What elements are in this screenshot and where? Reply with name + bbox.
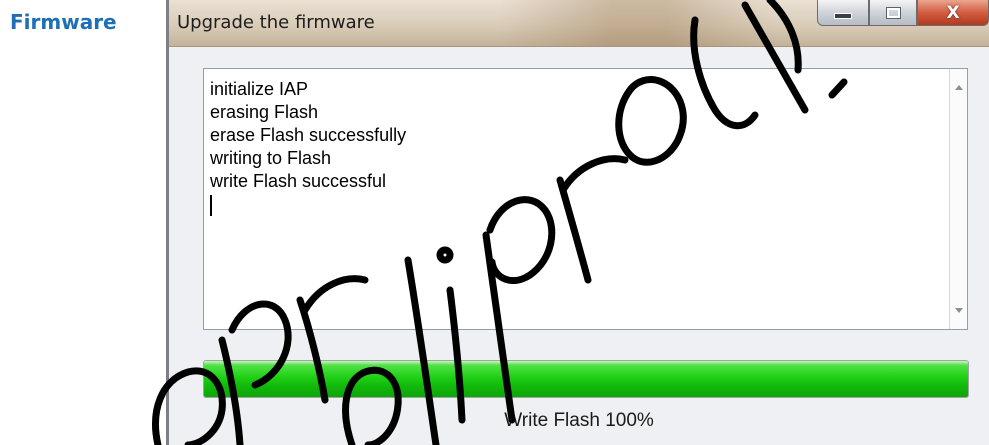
progress-status-text: Write Flash 100% — [504, 410, 654, 431]
log-line: erasing Flash — [210, 102, 319, 122]
scroll-down-icon[interactable] — [955, 308, 963, 313]
close-button[interactable]: X — [917, 0, 989, 26]
log-line: erase Flash successfully — [210, 125, 407, 145]
scroll-up-icon[interactable] — [955, 85, 963, 90]
log-line: initialize IAP — [210, 79, 309, 99]
text-caret — [210, 195, 212, 216]
log-line: write Flash successful — [210, 171, 387, 191]
progress-bar — [203, 360, 969, 398]
log-lines: initialize IAP erasing Flash erase Flash… — [210, 78, 406, 216]
close-icon: X — [946, 2, 960, 23]
vertical-scrollbar[interactable] — [949, 69, 967, 329]
minimize-button[interactable] — [817, 0, 869, 26]
maximize-button[interactable] — [869, 0, 917, 26]
section-title: Firmware — [10, 10, 117, 34]
minimize-icon — [834, 12, 852, 19]
window-titlebar[interactable]: Upgrade the firmware X — [169, 0, 989, 47]
log-line: writing to Flash — [210, 148, 332, 168]
window-title: Upgrade the firmware — [177, 12, 375, 33]
maximize-icon — [885, 6, 901, 19]
upgrade-firmware-dialog: Upgrade the firmware X initialize IAP er… — [166, 0, 989, 445]
progress-bar-fill — [204, 361, 968, 397]
log-textarea[interactable]: initialize IAP erasing Flash erase Flash… — [203, 68, 968, 330]
